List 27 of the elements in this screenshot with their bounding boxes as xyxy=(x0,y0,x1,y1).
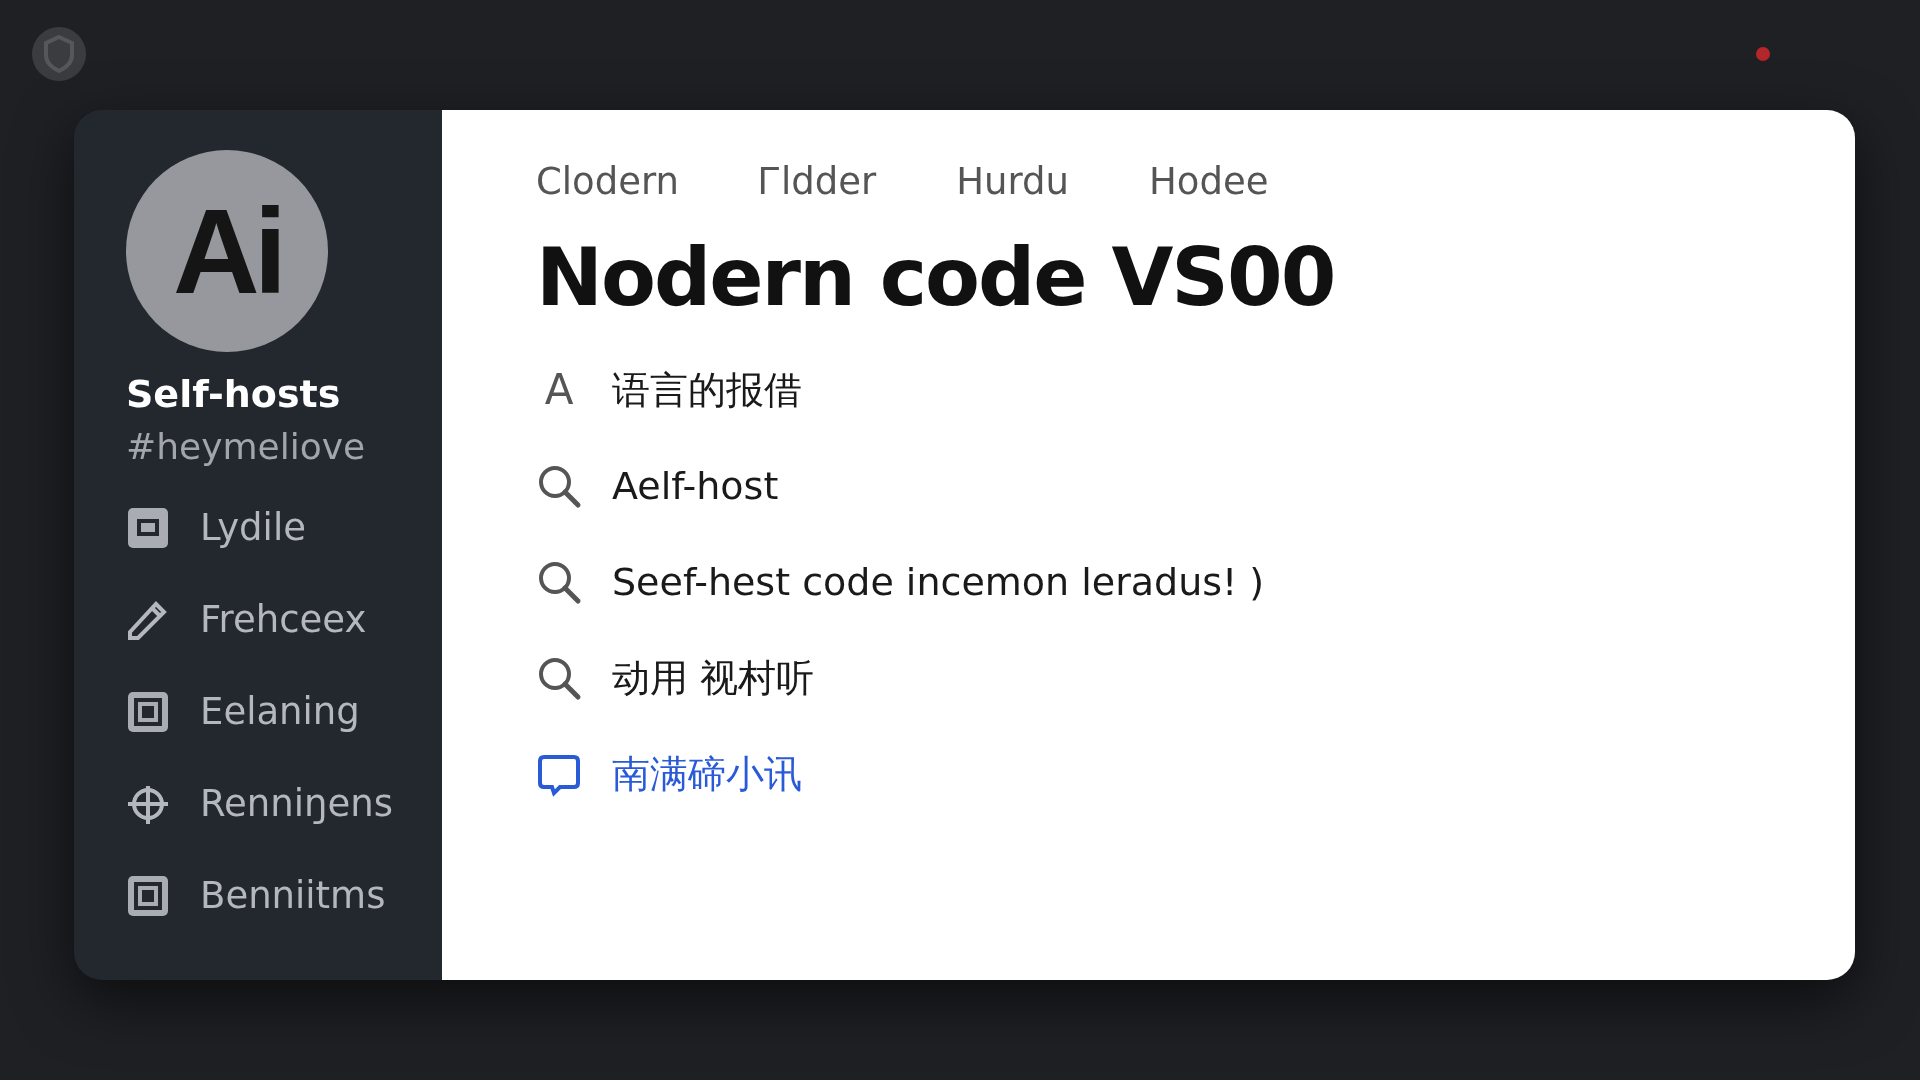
sidebar-item[interactable]: Frehceex xyxy=(200,593,367,647)
square-icon xyxy=(126,506,170,550)
search-icon xyxy=(536,559,582,605)
profile-name: Self-hosts xyxy=(126,372,342,416)
sidebar-item[interactable]: Renniŋens xyxy=(200,777,393,831)
frame-icon xyxy=(126,690,170,734)
result-item[interactable]: Seef-hest code incemon leradus! ) xyxy=(612,556,1265,608)
shield-logo-icon xyxy=(30,25,88,83)
tab[interactable]: Ꮁldder xyxy=(759,160,877,203)
sidebar-item[interactable]: Lydile xyxy=(200,501,306,555)
sidebar-item[interactable]: Benniitms xyxy=(200,869,386,923)
page-title: Nodern code VS00 xyxy=(536,231,1336,324)
avatar: Ai xyxy=(126,150,328,352)
frame-icon xyxy=(126,874,170,918)
search-icon xyxy=(536,655,582,701)
tab[interactable]: Clodern xyxy=(536,160,679,203)
search-icon xyxy=(536,463,582,509)
tab[interactable]: Hodee xyxy=(1149,160,1269,203)
result-item[interactable]: 动用 视村听 xyxy=(612,652,815,704)
tab[interactable]: Hurdu xyxy=(956,160,1070,203)
result-item[interactable]: 语言的报借 xyxy=(612,364,802,416)
sidebar-item[interactable]: Eelaning xyxy=(200,685,360,739)
profile-handle: #heymeliove xyxy=(126,426,367,467)
result-item[interactable]: Aelf-host xyxy=(612,460,779,512)
result-link[interactable]: 南满碲小讯 xyxy=(612,748,802,800)
letter-icon: A xyxy=(536,364,582,416)
status-dot-icon xyxy=(1756,47,1770,61)
